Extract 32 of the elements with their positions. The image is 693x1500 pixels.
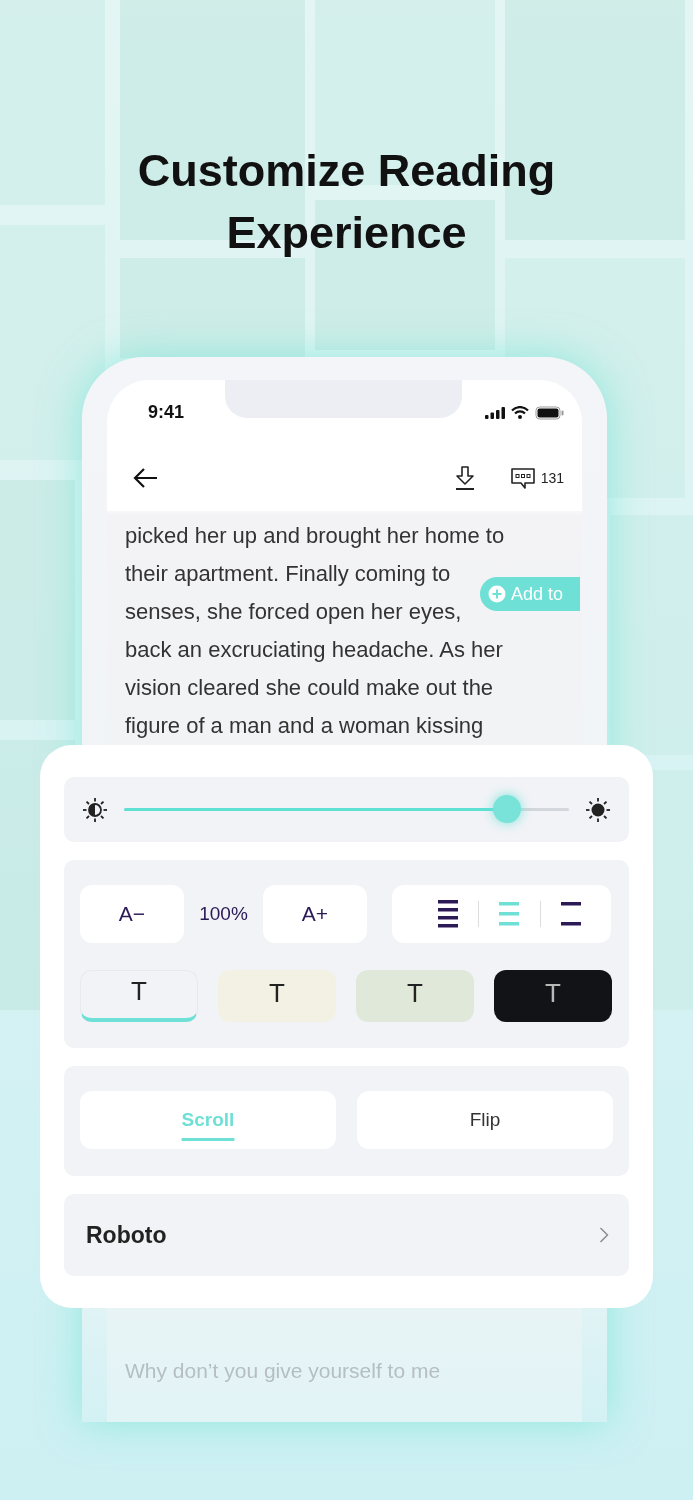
font-selector[interactable]: Roboto [64,1194,629,1276]
theme-swatch[interactable]: T [494,970,612,1022]
text-line: their apartment. Finally coming to [125,560,451,588]
text-line: figure of a man and a woman kissing [125,712,484,740]
line-spacing-icon[interactable] [560,899,581,929]
text-line: back an excruciating headache. As her [125,636,503,664]
text-line: picked her up and brought her home to [125,522,505,550]
comment-icon[interactable] [510,467,535,489]
chevron-right-icon [599,1227,609,1243]
increase-font-button[interactable]: A+ [263,885,367,943]
text-line: vision cleared she could make out the [125,674,494,702]
theme-swatch[interactable]: T [218,970,336,1022]
status-time: 9:41 [148,402,186,423]
line-spacing-icon[interactable] [438,899,459,929]
slider-thumb[interactable] [492,795,521,823]
font-name: Roboto [86,1221,167,1249]
comment-count: 131 [540,470,564,486]
signal-icon [485,406,505,419]
font-size-value: 100% [198,903,249,925]
page-mode-tab[interactable]: Flip [357,1091,613,1149]
wifi-icon [511,406,529,419]
headline: Customize Reading Experience [136,144,557,260]
theme-swatch[interactable]: T [356,970,474,1022]
plus-circle-icon [488,585,506,603]
battery-icon [535,405,564,420]
text-line: senses, she forced open her eyes, [125,598,462,626]
brightness-high-icon [585,796,611,823]
theme-swatch[interactable]: T [80,970,198,1022]
decrease-font-button[interactable]: A− [80,885,184,943]
download-icon[interactable] [453,466,476,490]
brightness-low-icon [82,796,108,823]
back-arrow-icon[interactable] [132,467,158,489]
